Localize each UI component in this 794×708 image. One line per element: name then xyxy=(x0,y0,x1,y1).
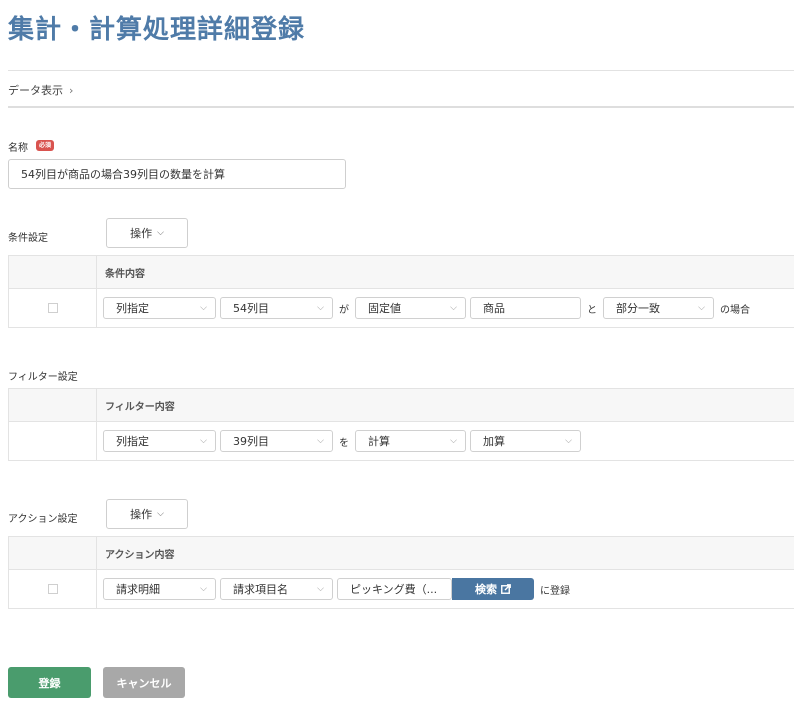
chevron-down-icon: ⌵ xyxy=(157,509,164,519)
select-value: 請求項目名 xyxy=(233,583,288,596)
table-row: 列指定 ⌵ 39列目 ⌵ を 計算 ⌵ 加算 ⌵ xyxy=(8,422,794,461)
filter-row-content: 列指定 ⌵ 39列目 ⌵ を 計算 ⌵ 加算 ⌵ xyxy=(97,422,794,460)
actions-operation-button[interactable]: 操作 ⌵ xyxy=(106,499,188,529)
header-checkbox-cell xyxy=(8,256,97,288)
header-checkbox-cell xyxy=(8,537,97,569)
column-select[interactable]: 39列目 ⌵ xyxy=(220,430,333,452)
operation-type-select[interactable]: 計算 ⌵ xyxy=(355,430,466,452)
column-type-select[interactable]: 列指定 ⌵ xyxy=(103,430,216,452)
select-value: 加算 xyxy=(483,435,505,448)
action-row-content: 請求明細 ⌵ 請求項目名 ⌵ ピッキング費（... 検索 に登録 xyxy=(97,570,794,608)
actions-label: アクション設定 xyxy=(8,514,78,525)
chevron-down-icon: ⌵ xyxy=(317,303,324,313)
select-value: 請求明細 xyxy=(116,583,160,596)
search-button[interactable]: 検索 xyxy=(452,578,534,600)
select-value: 39列目 xyxy=(233,435,269,448)
select-value: 固定値 xyxy=(368,302,401,315)
conditions-label: 条件設定 xyxy=(8,233,48,244)
cancel-button[interactable]: キャンセル xyxy=(103,667,185,698)
table-header: アクション内容 xyxy=(8,537,794,570)
value-type-select[interactable]: 固定値 ⌵ xyxy=(355,297,466,319)
breadcrumb: データ表示 › xyxy=(8,82,73,98)
conjunction-text: が xyxy=(339,304,349,316)
column-select[interactable]: 54列目 ⌵ xyxy=(220,297,333,319)
row-checkbox-cell xyxy=(8,570,97,608)
select-value: 54列目 xyxy=(233,302,269,315)
chevron-down-icon: ⌵ xyxy=(317,436,324,446)
select-value: 計算 xyxy=(368,435,390,448)
external-link-icon xyxy=(501,584,511,594)
chevron-down-icon: ⌵ xyxy=(450,303,457,313)
table-row: 請求明細 ⌵ 請求項目名 ⌵ ピッキング費（... 検索 に登録 xyxy=(8,570,794,609)
conditions-table: 条件内容 列指定 ⌵ 54列目 ⌵ が 固定値 ⌵ 商品 と 部分一致 ⌵ の場… xyxy=(8,255,794,328)
action-value-input[interactable]: ピッキング費（... xyxy=(337,578,452,600)
value-input[interactable]: 商品 xyxy=(470,297,581,319)
select-value: 部分一致 xyxy=(616,302,660,315)
chevron-down-icon: ⌵ xyxy=(565,436,572,446)
chevron-down-icon: ⌵ xyxy=(450,436,457,446)
header-checkbox-cell xyxy=(8,389,97,421)
search-button-label: 検索 xyxy=(475,583,497,596)
conjunction-text: と xyxy=(587,304,597,316)
select-value: 列指定 xyxy=(116,435,149,448)
field-select[interactable]: 請求項目名 ⌵ xyxy=(220,578,333,600)
column-type-select[interactable]: 列指定 ⌵ xyxy=(103,297,216,319)
chevron-down-icon: ⌵ xyxy=(200,303,207,313)
filters-table: フィルター内容 列指定 ⌵ 39列目 ⌵ を 計算 ⌵ 加算 ⌵ xyxy=(8,388,794,461)
register-button[interactable]: 登録 xyxy=(8,667,91,698)
filters-label: フィルター設定 xyxy=(8,372,78,383)
operation-button-label: 操作 xyxy=(130,508,153,521)
name-label: 名称 xyxy=(8,143,28,154)
chevron-down-icon: ⌵ xyxy=(200,436,207,446)
chevron-right-icon: › xyxy=(69,83,74,97)
suffix-text: の場合 xyxy=(720,304,750,316)
table-row: 列指定 ⌵ 54列目 ⌵ が 固定値 ⌵ 商品 と 部分一致 ⌵ の場合 xyxy=(8,289,794,328)
chevron-down-icon: ⌵ xyxy=(698,303,705,313)
row-empty-cell xyxy=(8,422,97,460)
divider xyxy=(8,106,794,108)
table-header: フィルター内容 xyxy=(8,389,794,422)
name-input[interactable]: 54列目が商品の場合39列目の数量を計算 xyxy=(8,159,346,189)
breadcrumb-item[interactable]: データ表示 xyxy=(8,82,63,98)
conditions-operation-button[interactable]: 操作 ⌵ xyxy=(106,218,188,248)
chevron-down-icon: ⌵ xyxy=(200,584,207,594)
actions-table: アクション内容 請求明細 ⌵ 請求項目名 ⌵ ピッキング費（... 検索 に登録 xyxy=(8,536,794,609)
select-value: 列指定 xyxy=(116,302,149,315)
divider xyxy=(8,70,794,71)
condition-row-content: 列指定 ⌵ 54列目 ⌵ が 固定値 ⌵ 商品 と 部分一致 ⌵ の場合 xyxy=(97,289,794,327)
conditions-header-label: 条件内容 xyxy=(105,268,145,280)
row-checkbox-cell xyxy=(8,289,97,327)
row-checkbox[interactable] xyxy=(47,303,58,313)
required-badge: 必須 xyxy=(36,140,55,151)
table-header: 条件内容 xyxy=(8,256,794,289)
chevron-down-icon: ⌵ xyxy=(157,228,164,238)
operation-button-label: 操作 xyxy=(130,227,153,240)
page-title: 集計・計算処理詳細登録 xyxy=(8,15,306,45)
filters-header-label: フィルター内容 xyxy=(105,401,175,413)
suffix-text: に登録 xyxy=(540,585,570,597)
actions-header-label: アクション内容 xyxy=(105,549,175,561)
chevron-down-icon: ⌵ xyxy=(317,584,324,594)
row-checkbox[interactable] xyxy=(47,584,58,594)
target-select[interactable]: 請求明細 ⌵ xyxy=(103,578,216,600)
operation-select[interactable]: 加算 ⌵ xyxy=(470,430,581,452)
conjunction-text: を xyxy=(339,437,349,449)
match-type-select[interactable]: 部分一致 ⌵ xyxy=(603,297,714,319)
